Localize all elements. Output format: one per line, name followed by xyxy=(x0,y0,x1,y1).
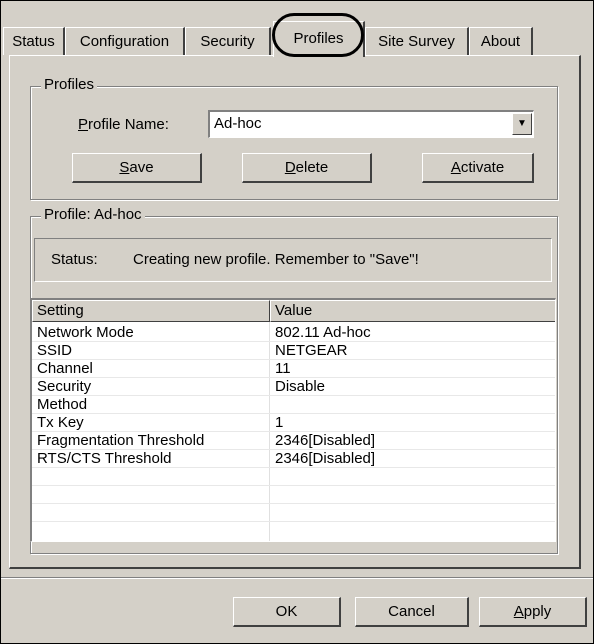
tab-status[interactable]: Status xyxy=(3,27,65,55)
save-button-label: Save xyxy=(119,159,154,176)
table-row[interactable]: Channel 11 xyxy=(32,360,555,378)
value-cell: Disable xyxy=(275,378,326,395)
tab-strip: Status Configuration Security Profiles S… xyxy=(1,1,593,63)
tab-profiles[interactable]: Profiles xyxy=(273,21,365,57)
table-row[interactable] xyxy=(32,486,555,504)
settings-listview[interactable]: Setting Value Network Mode 802.11 Ad-hoc S… xyxy=(30,298,556,542)
table-row[interactable]: Network Mode 802.11 Ad-hoc xyxy=(32,324,555,342)
column-header-value[interactable]: Value xyxy=(270,300,555,322)
chevron-down-icon[interactable]: ▼ xyxy=(512,113,532,135)
tab-security[interactable]: Security xyxy=(185,27,271,55)
value-cell: 802.11 Ad-hoc xyxy=(275,324,371,341)
value-cell: NETGEAR xyxy=(275,342,348,359)
status-box: Status: Creating new profile. Remember t… xyxy=(34,238,552,282)
table-row[interactable] xyxy=(32,504,555,522)
tab-about[interactable]: About xyxy=(469,27,533,55)
table-row[interactable] xyxy=(32,468,555,486)
setting-cell: Fragmentation Threshold xyxy=(37,432,205,449)
activate-button-label: Activate xyxy=(450,159,505,176)
dialog-window: Status Configuration Security Profiles S… xyxy=(0,0,594,644)
tab-configuration[interactable]: Configuration xyxy=(65,27,185,55)
cancel-button[interactable]: Cancel xyxy=(355,597,469,627)
table-row[interactable]: RTS/CTS Threshold 2346[Disabled] xyxy=(32,450,555,468)
profiles-group-title: Profiles xyxy=(41,76,98,93)
column-header-setting[interactable]: Setting xyxy=(32,300,270,322)
profile-name-label: Profile Name: xyxy=(78,116,169,133)
setting-cell: SSID xyxy=(37,342,73,359)
profile-name-label-text: Profile Name: xyxy=(78,116,169,133)
profile-name-value: Ad-hoc xyxy=(214,115,262,132)
tab-site-survey[interactable]: Site Survey xyxy=(365,27,469,55)
profile-name-combobox[interactable]: Ad-hoc ▼ xyxy=(208,110,534,138)
status-message: Creating new profile. Remember to "Save"… xyxy=(133,251,419,268)
table-row[interactable]: Fragmentation Threshold 2346[Disabled] xyxy=(32,432,555,450)
value-cell: 11 xyxy=(275,360,291,377)
activate-button[interactable]: Activate xyxy=(422,153,534,183)
table-row[interactable]: Tx Key 1 xyxy=(32,414,555,432)
value-cell: 2346[Disabled] xyxy=(275,432,376,449)
setting-cell: Network Mode xyxy=(37,324,134,341)
profiles-panel: Profiles Profile Name: Ad-hoc ▼ Save Del… xyxy=(9,55,581,569)
delete-button-label: Delete xyxy=(284,159,329,176)
cancel-button-label: Cancel xyxy=(388,603,435,620)
setting-cell: Channel xyxy=(37,360,93,377)
setting-cell: Tx Key xyxy=(37,414,84,431)
value-cell: 1 xyxy=(275,414,284,431)
profile-group-title: Profile: Ad-hoc xyxy=(41,206,145,223)
table-row[interactable]: Method xyxy=(32,396,555,414)
value-cell: 2346[Disabled] xyxy=(275,450,376,467)
table-row[interactable]: Security Disable xyxy=(32,378,555,396)
save-button[interactable]: Save xyxy=(72,153,202,183)
ok-button-label: OK xyxy=(275,603,298,620)
apply-button[interactable]: Apply xyxy=(479,597,587,627)
status-label: Status: xyxy=(51,251,98,268)
delete-button[interactable]: Delete xyxy=(242,153,372,183)
setting-cell: Method xyxy=(37,396,88,413)
listview-header: Setting Value xyxy=(32,300,555,322)
table-row[interactable]: SSID NETGEAR xyxy=(32,342,555,360)
setting-cell: Security xyxy=(37,378,92,395)
apply-button-label: Apply xyxy=(513,603,552,620)
setting-cell: RTS/CTS Threshold xyxy=(37,450,172,467)
bottom-separator xyxy=(1,577,593,579)
ok-button[interactable]: OK xyxy=(233,597,341,627)
